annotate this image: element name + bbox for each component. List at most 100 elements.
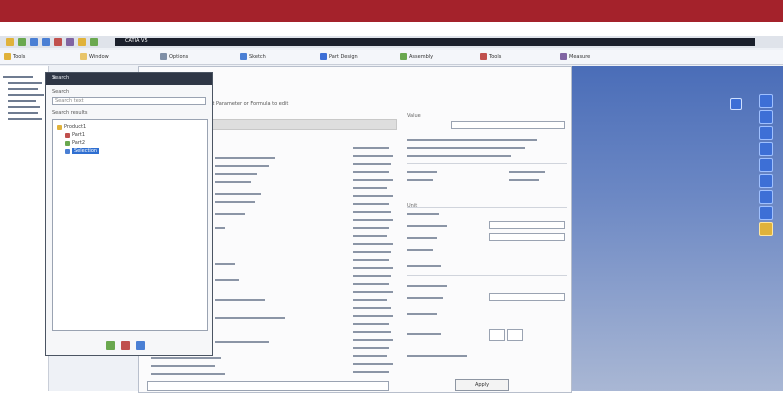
rotate-icon[interactable] (759, 94, 773, 108)
open-icon[interactable] (18, 38, 26, 46)
parameter-value[interactable] (353, 235, 387, 237)
parameter-value[interactable] (353, 339, 393, 341)
parameter-value[interactable] (353, 315, 393, 317)
search-results-tree[interactable]: Product1 Part1 Part2 Selection (52, 119, 208, 331)
help-icon[interactable] (136, 341, 145, 350)
checkbox[interactable] (507, 329, 523, 341)
parameter-value[interactable] (353, 323, 389, 325)
update-icon[interactable] (54, 38, 62, 46)
parameter-value[interactable] (353, 171, 389, 173)
parameter-value[interactable] (353, 179, 393, 181)
formula-field[interactable] (489, 221, 565, 229)
parameter-value[interactable] (353, 163, 391, 165)
parameter-name[interactable] (215, 263, 235, 265)
toolbar-item-assembly[interactable]: Assembly (400, 52, 433, 61)
toolbar-item-tools[interactable]: Tools (4, 52, 25, 61)
redo-icon[interactable] (42, 38, 50, 46)
cancel-icon[interactable] (121, 341, 130, 350)
parameter-value[interactable] (353, 147, 389, 149)
save-icon[interactable] (6, 38, 14, 46)
iso-view-icon[interactable] (759, 190, 773, 204)
info-line (407, 139, 537, 141)
toolbar-item-measure[interactable]: Measure (560, 52, 590, 61)
toolbar-item-sketch[interactable]: Sketch (240, 52, 266, 61)
normal-view-icon[interactable] (759, 174, 773, 188)
tree-node[interactable] (8, 100, 36, 102)
light-icon[interactable] (759, 222, 773, 236)
parameter-value[interactable] (353, 203, 389, 205)
tools-icon[interactable] (66, 38, 74, 46)
parameter-value[interactable] (353, 291, 393, 293)
parameter-name[interactable] (215, 317, 285, 319)
tree-node[interactable] (8, 112, 38, 114)
parameter-name[interactable] (215, 213, 245, 215)
toolbar-item-part-design[interactable]: Part Design (320, 52, 358, 61)
zoom-out-icon[interactable] (759, 142, 773, 156)
tree-node[interactable] (8, 106, 40, 108)
parameter-name[interactable] (215, 299, 265, 301)
parameter-value[interactable] (353, 259, 389, 261)
pan-icon[interactable] (759, 110, 773, 124)
tree-node-selected[interactable]: Selection (65, 148, 100, 154)
3d-viewport[interactable] (566, 66, 783, 391)
toolbar-item-window[interactable]: Window (80, 52, 109, 61)
apply-button[interactable]: Apply (455, 379, 509, 391)
parameter-name[interactable] (215, 201, 255, 203)
parameter-value[interactable] (353, 219, 393, 221)
parameter-value[interactable] (353, 227, 389, 229)
close-icon[interactable]: × (52, 75, 208, 81)
tree-node[interactable] (8, 88, 38, 90)
zoom-in-icon[interactable] (759, 126, 773, 140)
parameter-name[interactable] (215, 165, 269, 167)
parameter-name[interactable] (215, 341, 269, 343)
compass-icon[interactable] (730, 98, 742, 110)
filter-icon[interactable] (90, 38, 98, 46)
parameter-value[interactable] (353, 275, 391, 277)
parameter-name[interactable] (215, 181, 251, 183)
specification-tree[interactable] (0, 66, 49, 391)
palette-icon[interactable] (78, 38, 86, 46)
parameter-value[interactable] (353, 195, 393, 197)
tree-node-part[interactable]: Part2 (65, 140, 85, 146)
range-field[interactable] (489, 233, 565, 241)
parameter-value[interactable] (353, 251, 391, 253)
parameter-value[interactable] (353, 331, 391, 333)
parameter-value[interactable] (353, 267, 393, 269)
tolerance-field[interactable] (489, 293, 565, 301)
parameter-value[interactable] (353, 155, 393, 157)
parameter-value[interactable] (353, 371, 389, 373)
tree-node[interactable] (8, 94, 44, 96)
parameter-value[interactable] (353, 299, 387, 301)
filter-input[interactable] (199, 119, 397, 130)
parameter-name[interactable] (215, 193, 261, 195)
tree-node-part[interactable]: Part1 (65, 132, 85, 138)
value-field[interactable] (451, 121, 565, 129)
parameter-value[interactable] (353, 347, 389, 349)
parameter-name[interactable] (215, 157, 275, 159)
tree-node[interactable] (8, 118, 42, 120)
checkbox[interactable] (489, 329, 505, 341)
parameter-value[interactable] (353, 243, 393, 245)
tree-node-product[interactable]: Product1 (57, 124, 86, 130)
ok-icon[interactable] (106, 341, 115, 350)
parameter-value[interactable] (353, 283, 389, 285)
dialog-scrollbar[interactable] (147, 381, 389, 391)
toolbar-item-options[interactable]: Options (160, 52, 188, 61)
toolbar-item-label: Options (169, 53, 189, 60)
parameter-value[interactable] (353, 187, 387, 189)
parameter-value[interactable] (353, 363, 393, 365)
tree-node[interactable] (3, 76, 33, 78)
toolbar-item-tools-2[interactable]: Tools (480, 52, 501, 61)
field-label (407, 313, 437, 315)
parameter-value[interactable] (353, 355, 387, 357)
undo-icon[interactable] (30, 38, 38, 46)
parameter-value[interactable] (353, 307, 391, 309)
tree-node[interactable] (8, 82, 42, 84)
parameter-name[interactable] (215, 173, 257, 175)
parameter-name[interactable] (215, 279, 239, 281)
search-input[interactable]: Search text (52, 97, 206, 105)
parameter-value[interactable] (353, 211, 391, 213)
shading-icon[interactable] (759, 206, 773, 220)
fit-all-icon[interactable] (759, 158, 773, 172)
parameter-name[interactable] (215, 227, 225, 229)
